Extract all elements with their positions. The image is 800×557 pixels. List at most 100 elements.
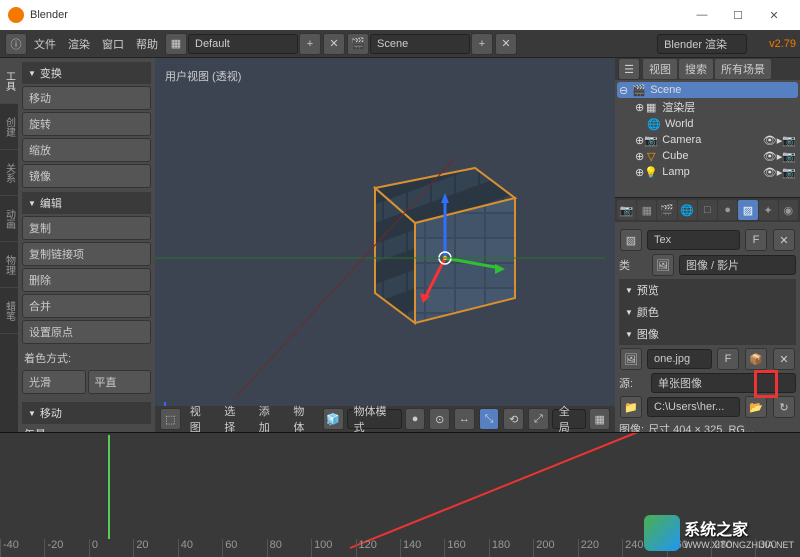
image-fakeuser-button[interactable]: F xyxy=(717,348,739,370)
unlink-texture-button[interactable]: ✕ xyxy=(773,229,795,251)
manipulator-icon[interactable]: ↔ xyxy=(454,408,475,430)
expand-icon[interactable]: ⊕ xyxy=(635,150,644,163)
fakeuser-button[interactable]: F xyxy=(745,229,767,251)
render-engine-field[interactable]: Blender 渲染 xyxy=(657,34,747,54)
file-menu[interactable]: 文件 xyxy=(28,33,62,55)
tab-grease[interactable]: 蜡笔 xyxy=(0,288,18,334)
outliner-editor-icon[interactable]: ☰ xyxy=(618,58,640,80)
smooth-button[interactable]: 光滑 xyxy=(22,370,86,394)
render-icon[interactable]: 📷 xyxy=(782,150,796,163)
outliner-cube-row[interactable]: ⊕ ▽ Cube 👁 ▸ 📷 xyxy=(617,148,798,164)
outliner-view-tab[interactable]: 视图 xyxy=(643,59,677,79)
rotate-button[interactable]: 旋转 xyxy=(22,112,151,136)
scene-browse-icon[interactable]: 🎬 xyxy=(347,33,369,55)
eye-icon[interactable]: 👁 xyxy=(763,134,777,147)
minimize-button[interactable]: — xyxy=(684,3,720,27)
manip-rotate-icon[interactable]: ⟲ xyxy=(503,408,524,430)
view-menu[interactable]: 视图 xyxy=(184,408,217,430)
shading-sphere-icon[interactable]: ● xyxy=(405,408,426,430)
image-name-field[interactable]: one.jpg xyxy=(647,349,712,369)
expand-icon[interactable]: ⊕ xyxy=(635,134,644,147)
file-browse-button[interactable]: 📂 xyxy=(745,396,767,418)
material-tab-icon[interactable]: ● xyxy=(718,200,737,220)
delete-button[interactable]: 删除 xyxy=(22,268,151,292)
duplicate-button[interactable]: 复制 xyxy=(22,216,151,240)
texture-name-field[interactable]: Tex xyxy=(647,230,740,250)
preview-panel-header[interactable]: 预览 xyxy=(619,279,796,301)
join-button[interactable]: 合并 xyxy=(22,294,151,318)
mode-selector[interactable]: 物体模式 xyxy=(347,409,402,429)
reload-button[interactable]: ↻ xyxy=(773,396,795,418)
render-tab-icon[interactable]: 📷 xyxy=(617,200,636,220)
filepath-folder-icon[interactable]: 📁 xyxy=(620,396,642,418)
remove-layout-button[interactable]: ✕ xyxy=(323,33,345,55)
outliner-scene-row[interactable]: ⊖ 🎬 Scene xyxy=(617,82,798,98)
image-panel-header[interactable]: 图像 xyxy=(619,323,796,345)
tab-create[interactable]: 创建 xyxy=(0,104,18,150)
outliner-all-tab[interactable]: 所有场景 xyxy=(715,59,771,79)
screen-layout-field[interactable]: Default xyxy=(188,34,298,54)
add-layout-button[interactable]: + xyxy=(299,33,321,55)
texture-browse-icon[interactable]: ▨ xyxy=(620,229,642,251)
expand-icon[interactable]: ⊖ xyxy=(619,84,628,97)
filepath-field[interactable]: C:\Users\her... xyxy=(647,397,740,417)
expand-icon[interactable]: ⊕ xyxy=(635,166,644,179)
layers-icon[interactable]: ▦ xyxy=(589,408,610,430)
outliner-camera-row[interactable]: ⊕ 📷 Camera 👁 ▸ 📷 xyxy=(617,132,798,148)
render-menu[interactable]: 渲染 xyxy=(62,33,96,55)
eye-icon[interactable]: 👁 xyxy=(763,166,777,179)
texture-type-field[interactable]: 图像 / 影片 xyxy=(679,255,796,275)
editor-type-icon[interactable]: ⓘ xyxy=(5,33,27,55)
eye-icon[interactable]: 👁 xyxy=(763,150,777,163)
transform-panel-header[interactable]: 变换 xyxy=(22,62,151,84)
help-menu[interactable]: 帮助 xyxy=(130,33,164,55)
outliner-world-row[interactable]: 🌐 World xyxy=(617,116,798,132)
render-icon[interactable]: 📷 xyxy=(782,134,796,147)
tab-relations[interactable]: 关系 xyxy=(0,150,18,196)
select-menu[interactable]: 选择 xyxy=(218,408,251,430)
mode-icon[interactable]: 🧊 xyxy=(323,408,344,430)
pivot-icon[interactable]: ⊙ xyxy=(429,408,450,430)
remove-scene-button[interactable]: ✕ xyxy=(495,33,517,55)
outliner-renderlayers-row[interactable]: ⊕ ▦ 渲染层 xyxy=(617,98,798,116)
unlink-image-button[interactable]: ✕ xyxy=(773,348,795,370)
manip-scale-icon[interactable]: ⤢ xyxy=(528,408,549,430)
outliner-search-tab[interactable]: 搜索 xyxy=(679,59,713,79)
set-origin-button[interactable]: 设置原点 xyxy=(22,320,151,344)
playhead[interactable] xyxy=(108,435,110,539)
window-menu[interactable]: 窗口 xyxy=(96,33,130,55)
layers-tab-icon[interactable]: ▦ xyxy=(637,200,656,220)
scene-field[interactable]: Scene xyxy=(370,34,470,54)
cube-object[interactable] xyxy=(335,138,535,338)
scale-button[interactable]: 缩放 xyxy=(22,138,151,162)
mirror-button[interactable]: 镜像 xyxy=(22,164,151,188)
world-tab-icon[interactable]: 🌐 xyxy=(678,200,697,220)
view3d-editor-icon[interactable]: ⬚ xyxy=(160,408,181,430)
translate-button[interactable]: 移动 xyxy=(22,86,151,110)
object-tab-icon[interactable]: □ xyxy=(698,200,717,220)
expand-icon[interactable]: ⊕ xyxy=(635,101,644,114)
screen-layout-icon[interactable]: ▦ xyxy=(165,33,187,55)
tab-animation[interactable]: 动画 xyxy=(0,196,18,242)
orientation-field[interactable]: 全局 xyxy=(552,409,587,429)
colors-panel-header[interactable]: 颜色 xyxy=(619,301,796,323)
object-menu[interactable]: 物体 xyxy=(287,408,320,430)
maximize-button[interactable]: ☐ xyxy=(720,3,756,27)
edit-panel-header[interactable]: 编辑 xyxy=(22,192,151,214)
flat-button[interactable]: 平直 xyxy=(88,370,152,394)
add-scene-button[interactable]: + xyxy=(471,33,493,55)
outliner-lamp-row[interactable]: ⊕ 💡 Lamp 👁 ▸ 📷 xyxy=(617,164,798,180)
last-op-header[interactable]: 移动 xyxy=(22,402,151,424)
tab-tools[interactable]: 工具 xyxy=(0,58,18,104)
scene-tab-icon[interactable]: 🎬 xyxy=(657,200,676,220)
render-icon[interactable]: 📷 xyxy=(782,166,796,179)
3d-viewport[interactable]: 用户视图 (透视) xyxy=(155,58,615,432)
physics-tab-icon[interactable]: ◉ xyxy=(779,200,798,220)
close-button[interactable]: ✕ xyxy=(756,3,792,27)
pack-image-button[interactable]: 📦 xyxy=(745,348,767,370)
duplicate-linked-button[interactable]: 复制链接项 xyxy=(22,242,151,266)
tab-physics[interactable]: 物理 xyxy=(0,242,18,288)
add-menu[interactable]: 添加 xyxy=(253,408,286,430)
source-field[interactable]: 单张图像 xyxy=(651,373,796,393)
manip-translate-icon[interactable]: ⤡ xyxy=(479,408,500,430)
